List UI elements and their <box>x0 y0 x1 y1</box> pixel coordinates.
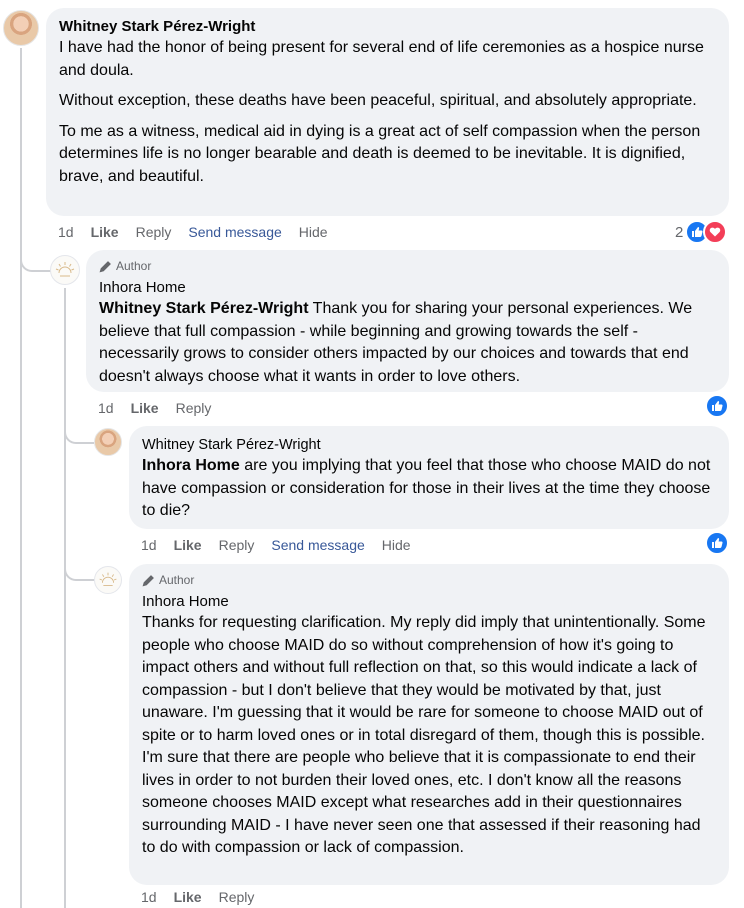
thread-connector-reply2 <box>64 420 94 444</box>
reply-button[interactable]: Reply <box>219 888 255 906</box>
comment-paragraph: I have had the honor of being present fo… <box>59 39 704 79</box>
avatar[interactable] <box>94 428 122 456</box>
reply-body: Inhora Home are you implying that you fe… <box>142 455 716 523</box>
send-message-button[interactable]: Send message <box>271 536 364 554</box>
reply-actions: 1d Like Reply Send message Hide <box>141 536 428 554</box>
comment-paragraph: Without exception, these deaths have bee… <box>59 92 697 109</box>
brand-logo-icon <box>55 262 75 277</box>
hide-button[interactable]: Hide <box>382 536 411 554</box>
reply-button[interactable]: Reply <box>176 399 212 417</box>
reply-body: Whitney Stark Pérez-Wright Thank you for… <box>99 298 716 388</box>
timestamp[interactable]: 1d <box>141 888 157 906</box>
thread-line-nested <box>64 288 66 908</box>
reply-bubble: Author Inhora Home Thanks for requesting… <box>129 564 729 885</box>
thread-connector-reply3 <box>64 557 94 581</box>
avatar[interactable] <box>3 10 39 46</box>
reaction-summary[interactable] <box>705 394 729 418</box>
reaction-summary[interactable] <box>705 531 729 555</box>
comment-body: I have had the honor of being present fo… <box>59 37 716 188</box>
like-button[interactable]: Like <box>174 536 202 554</box>
mention-link[interactable]: Inhora Home <box>142 457 240 474</box>
reply-author[interactable]: Inhora Home <box>99 278 716 298</box>
timestamp[interactable]: 1d <box>58 223 74 241</box>
reply-author[interactable]: Whitney Stark Pérez-Wright <box>142 435 716 455</box>
reply-actions: 1d Like Reply <box>141 888 271 906</box>
author-badge-label: Author <box>159 573 195 587</box>
send-message-button[interactable]: Send message <box>188 223 281 241</box>
reply-author[interactable]: Inhora Home <box>142 592 716 612</box>
timestamp[interactable]: 1d <box>141 536 157 554</box>
love-icon <box>703 220 728 244</box>
reaction-count: 2 <box>675 223 684 241</box>
pencil-icon <box>99 260 111 272</box>
timestamp[interactable]: 1d <box>98 399 114 417</box>
comment-paragraph: To me as a witness, medical aid in dying… <box>59 122 701 185</box>
avatar[interactable] <box>50 255 80 285</box>
reply-button[interactable]: Reply <box>219 536 255 554</box>
author-badge-label: Author <box>116 259 152 273</box>
mention-link[interactable]: Whitney Stark Pérez-Wright <box>99 300 309 317</box>
reply-bubble: Author Inhora Home Whitney Stark Pérez-W… <box>86 250 729 392</box>
reply-body: Thanks for requesting clarification. My … <box>142 614 706 856</box>
thread-connector-reply1 <box>20 248 52 272</box>
comment-actions: 1d Like Reply Send message Hide <box>58 223 345 241</box>
author-badge: Author <box>99 258 716 274</box>
like-icon <box>705 394 729 418</box>
author-badge: Author <box>142 572 716 588</box>
reaction-summary[interactable]: 2 <box>675 220 728 244</box>
comment-bubble: Whitney Stark Pérez-Wright I have had th… <box>46 8 729 216</box>
pencil-icon <box>142 574 154 586</box>
like-button[interactable]: Like <box>91 223 119 241</box>
reply-button[interactable]: Reply <box>136 223 172 241</box>
like-button[interactable]: Like <box>174 888 202 906</box>
avatar[interactable] <box>94 566 122 594</box>
reply-actions: 1d Like Reply <box>98 399 228 417</box>
like-button[interactable]: Like <box>131 399 159 417</box>
brand-logo-icon <box>99 572 117 587</box>
like-icon <box>705 531 729 555</box>
thread-line-main <box>20 48 22 908</box>
reply-bubble: Whitney Stark Pérez-Wright Inhora Home a… <box>129 426 729 529</box>
hide-button[interactable]: Hide <box>299 223 328 241</box>
comment-author[interactable]: Whitney Stark Pérez-Wright <box>59 17 716 37</box>
